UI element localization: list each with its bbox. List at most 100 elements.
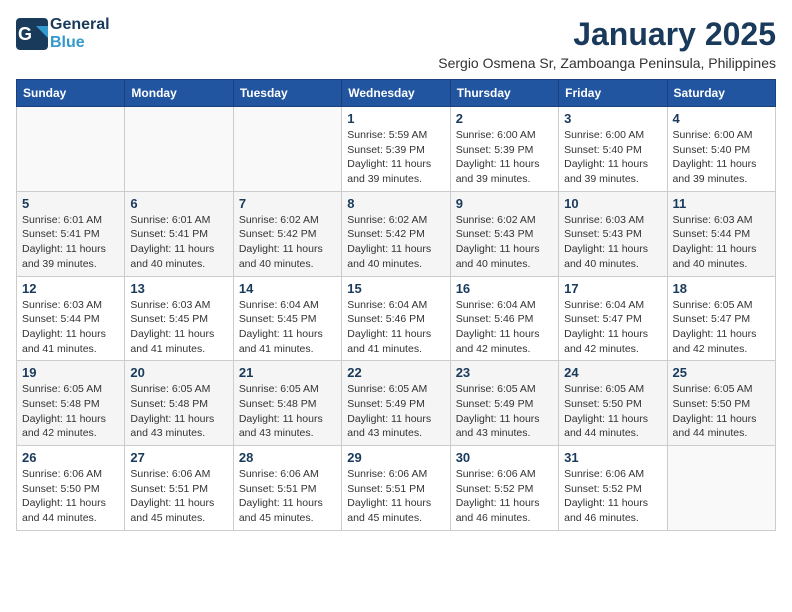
title-section: January 2025 Sergio Osmena Sr, Zamboanga… <box>438 16 776 71</box>
day-detail: Sunrise: 6:01 AM Sunset: 5:41 PM Dayligh… <box>130 213 227 272</box>
day-detail: Sunrise: 6:05 AM Sunset: 5:50 PM Dayligh… <box>673 382 770 441</box>
day-number: 23 <box>456 365 553 380</box>
calendar-cell: 8 Sunrise: 6:02 AM Sunset: 5:42 PM Daylig… <box>342 191 450 276</box>
day-number: 9 <box>456 196 553 211</box>
calendar-title: January 2025 <box>438 16 776 53</box>
day-number: 25 <box>673 365 770 380</box>
day-number: 13 <box>130 281 227 296</box>
day-number: 20 <box>130 365 227 380</box>
calendar-cell: 20 Sunrise: 6:05 AM Sunset: 5:48 PM Dayli… <box>125 361 233 446</box>
day-detail: Sunrise: 6:05 AM Sunset: 5:47 PM Dayligh… <box>673 298 770 357</box>
day-detail: Sunrise: 6:06 AM Sunset: 5:51 PM Dayligh… <box>347 467 444 526</box>
day-number: 1 <box>347 111 444 126</box>
calendar-cell: 2 Sunrise: 6:00 AM Sunset: 5:39 PM Daylig… <box>450 107 558 192</box>
weekday-header-tuesday: Tuesday <box>233 80 341 107</box>
calendar-cell: 26 Sunrise: 6:06 AM Sunset: 5:50 PM Dayli… <box>17 446 125 531</box>
calendar-cell: 23 Sunrise: 6:05 AM Sunset: 5:49 PM Dayli… <box>450 361 558 446</box>
day-number: 5 <box>22 196 119 211</box>
day-detail: Sunrise: 6:05 AM Sunset: 5:49 PM Dayligh… <box>347 382 444 441</box>
calendar-cell: 24 Sunrise: 6:05 AM Sunset: 5:50 PM Dayli… <box>559 361 667 446</box>
day-detail: Sunrise: 6:03 AM Sunset: 5:45 PM Dayligh… <box>130 298 227 357</box>
day-detail: Sunrise: 6:03 AM Sunset: 5:44 PM Dayligh… <box>673 213 770 272</box>
day-number: 31 <box>564 450 661 465</box>
calendar-subtitle: Sergio Osmena Sr, Zamboanga Peninsula, P… <box>438 55 776 71</box>
day-detail: Sunrise: 6:01 AM Sunset: 5:41 PM Dayligh… <box>22 213 119 272</box>
calendar-week-row: 19 Sunrise: 6:05 AM Sunset: 5:48 PM Dayli… <box>17 361 776 446</box>
day-number: 6 <box>130 196 227 211</box>
day-detail: Sunrise: 6:00 AM Sunset: 5:40 PM Dayligh… <box>673 128 770 187</box>
day-number: 26 <box>22 450 119 465</box>
day-number: 7 <box>239 196 336 211</box>
day-number: 10 <box>564 196 661 211</box>
day-detail: Sunrise: 6:04 AM Sunset: 5:46 PM Dayligh… <box>456 298 553 357</box>
day-number: 27 <box>130 450 227 465</box>
day-number: 22 <box>347 365 444 380</box>
logo-blue-text: Blue <box>50 34 110 52</box>
day-detail: Sunrise: 6:06 AM Sunset: 5:52 PM Dayligh… <box>564 467 661 526</box>
logo-general-text: General <box>50 16 110 34</box>
calendar-cell: 6 Sunrise: 6:01 AM Sunset: 5:41 PM Daylig… <box>125 191 233 276</box>
calendar-cell: 4 Sunrise: 6:00 AM Sunset: 5:40 PM Daylig… <box>667 107 775 192</box>
day-number: 11 <box>673 196 770 211</box>
day-detail: Sunrise: 6:02 AM Sunset: 5:42 PM Dayligh… <box>239 213 336 272</box>
day-number: 4 <box>673 111 770 126</box>
day-number: 29 <box>347 450 444 465</box>
logo-icon: G <box>16 18 48 50</box>
day-detail: Sunrise: 5:59 AM Sunset: 5:39 PM Dayligh… <box>347 128 444 187</box>
calendar-cell: 22 Sunrise: 6:05 AM Sunset: 5:49 PM Dayli… <box>342 361 450 446</box>
calendar-cell: 3 Sunrise: 6:00 AM Sunset: 5:40 PM Daylig… <box>559 107 667 192</box>
calendar-cell: 13 Sunrise: 6:03 AM Sunset: 5:45 PM Dayli… <box>125 276 233 361</box>
calendar-cell: 1 Sunrise: 5:59 AM Sunset: 5:39 PM Daylig… <box>342 107 450 192</box>
day-detail: Sunrise: 6:02 AM Sunset: 5:43 PM Dayligh… <box>456 213 553 272</box>
weekday-header-saturday: Saturday <box>667 80 775 107</box>
calendar-cell: 15Sunrise: 6:04 AM Sunset: 5:46 PM Dayli… <box>342 276 450 361</box>
calendar-cell: 21 Sunrise: 6:05 AM Sunset: 5:48 PM Dayli… <box>233 361 341 446</box>
day-detail: Sunrise: 6:00 AM Sunset: 5:40 PM Dayligh… <box>564 128 661 187</box>
day-detail: Sunrise: 6:03 AM Sunset: 5:43 PM Dayligh… <box>564 213 661 272</box>
day-detail: Sunrise: 6:05 AM Sunset: 5:50 PM Dayligh… <box>564 382 661 441</box>
calendar-cell <box>17 107 125 192</box>
calendar-cell: 5 Sunrise: 6:01 AM Sunset: 5:41 PM Daylig… <box>17 191 125 276</box>
day-detail: Sunrise: 6:06 AM Sunset: 5:51 PM Dayligh… <box>239 467 336 526</box>
weekday-header-friday: Friday <box>559 80 667 107</box>
calendar-cell: 27Sunrise: 6:06 AM Sunset: 5:51 PM Dayli… <box>125 446 233 531</box>
calendar-table: SundayMondayTuesdayWednesdayThursdayFrid… <box>16 79 776 531</box>
calendar-week-row: 26 Sunrise: 6:06 AM Sunset: 5:50 PM Dayli… <box>17 446 776 531</box>
calendar-week-row: 12 Sunrise: 6:03 AM Sunset: 5:44 PM Dayli… <box>17 276 776 361</box>
day-detail: Sunrise: 6:05 AM Sunset: 5:49 PM Dayligh… <box>456 382 553 441</box>
day-number: 8 <box>347 196 444 211</box>
day-number: 15 <box>347 281 444 296</box>
day-detail: Sunrise: 6:00 AM Sunset: 5:39 PM Dayligh… <box>456 128 553 187</box>
day-number: 21 <box>239 365 336 380</box>
day-detail: Sunrise: 6:02 AM Sunset: 5:42 PM Dayligh… <box>347 213 444 272</box>
calendar-cell: 16Sunrise: 6:04 AM Sunset: 5:46 PM Dayli… <box>450 276 558 361</box>
day-number: 17 <box>564 281 661 296</box>
calendar-cell <box>667 446 775 531</box>
page-header: G General Blue January 2025 Sergio Osmen… <box>16 16 776 71</box>
day-detail: Sunrise: 6:05 AM Sunset: 5:48 PM Dayligh… <box>130 382 227 441</box>
day-number: 12 <box>22 281 119 296</box>
calendar-cell: 9 Sunrise: 6:02 AM Sunset: 5:43 PM Daylig… <box>450 191 558 276</box>
calendar-cell: 25 Sunrise: 6:05 AM Sunset: 5:50 PM Dayli… <box>667 361 775 446</box>
day-number: 14 <box>239 281 336 296</box>
day-detail: Sunrise: 6:03 AM Sunset: 5:44 PM Dayligh… <box>22 298 119 357</box>
weekday-header-thursday: Thursday <box>450 80 558 107</box>
day-number: 30 <box>456 450 553 465</box>
weekday-header-wednesday: Wednesday <box>342 80 450 107</box>
day-number: 19 <box>22 365 119 380</box>
calendar-week-row: 5 Sunrise: 6:01 AM Sunset: 5:41 PM Daylig… <box>17 191 776 276</box>
day-detail: Sunrise: 6:05 AM Sunset: 5:48 PM Dayligh… <box>239 382 336 441</box>
day-detail: Sunrise: 6:05 AM Sunset: 5:48 PM Dayligh… <box>22 382 119 441</box>
calendar-cell: 11 Sunrise: 6:03 AM Sunset: 5:44 PM Dayli… <box>667 191 775 276</box>
calendar-cell <box>125 107 233 192</box>
day-number: 28 <box>239 450 336 465</box>
calendar-cell: 12 Sunrise: 6:03 AM Sunset: 5:44 PM Dayli… <box>17 276 125 361</box>
day-number: 2 <box>456 111 553 126</box>
day-detail: Sunrise: 6:06 AM Sunset: 5:52 PM Dayligh… <box>456 467 553 526</box>
calendar-cell: 29 Sunrise: 6:06 AM Sunset: 5:51 PM Dayli… <box>342 446 450 531</box>
weekday-header-sunday: Sunday <box>17 80 125 107</box>
day-detail: Sunrise: 6:06 AM Sunset: 5:50 PM Dayligh… <box>22 467 119 526</box>
day-number: 3 <box>564 111 661 126</box>
day-number: 24 <box>564 365 661 380</box>
calendar-cell: 31 Sunrise: 6:06 AM Sunset: 5:52 PM Dayli… <box>559 446 667 531</box>
